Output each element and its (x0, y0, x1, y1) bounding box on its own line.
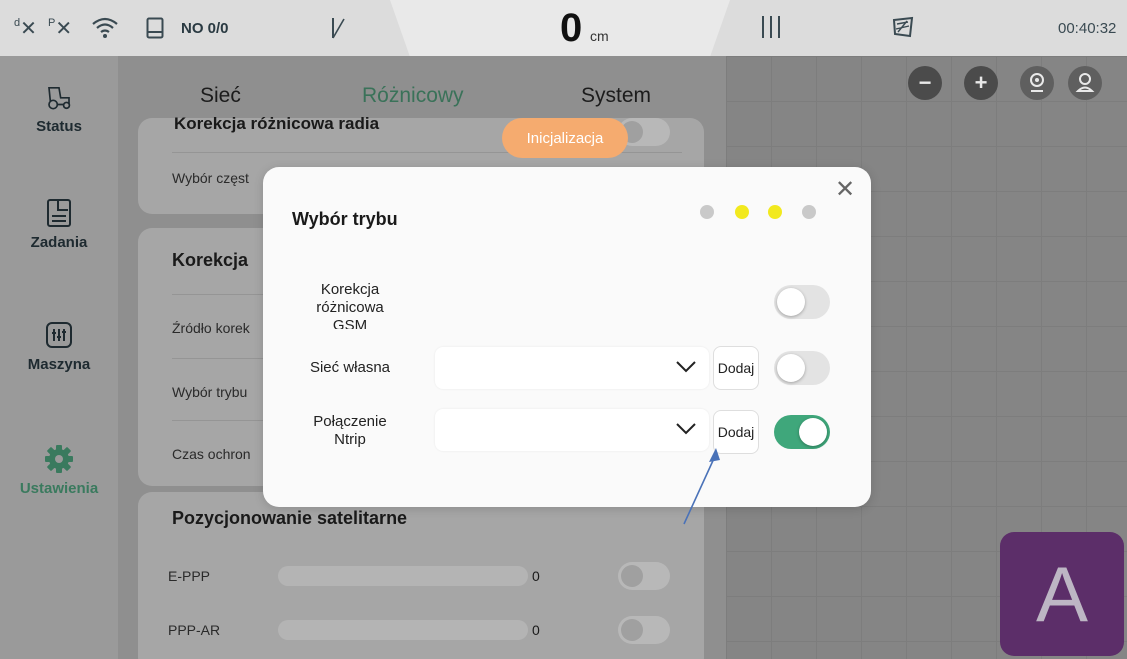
add-ntrip-label: Dodaj (717, 424, 755, 440)
person-pin-icon (1075, 73, 1095, 92)
satellite-count: NO 0/0 (181, 19, 229, 37)
zoom-out-button[interactable]: − (908, 66, 942, 100)
dialog-title: Wybór trybu (292, 209, 398, 229)
row-mode-label: Wybór trybu (172, 384, 248, 400)
tab-system[interactable]: System (581, 84, 651, 108)
no-signal-icon: ✕ (55, 17, 73, 40)
ppp-ar-progress (278, 620, 528, 640)
step-dot (768, 205, 782, 219)
gear-icon (44, 444, 74, 474)
a-point-button[interactable]: A (1000, 532, 1124, 656)
lightbar-icon (758, 14, 784, 45)
sidebar-item-label: Maszyna (27, 356, 91, 373)
initialization-button[interactable]: Inicjalizacja (502, 118, 628, 158)
e-ppp-value: 0 (532, 568, 540, 584)
plus-icon: + (974, 70, 988, 95)
ntrip-toggle[interactable] (774, 415, 830, 449)
card-title-correction: Korekcja (172, 250, 249, 270)
gsm-correction-label: Korekcja różnicowa GSM (316, 281, 384, 329)
locate-button[interactable] (1020, 66, 1054, 100)
step-dot (802, 205, 816, 219)
machine-settings-icon (44, 320, 74, 350)
ppp-ar-toggle[interactable] (618, 616, 670, 644)
sidebar-item-label: Status (36, 118, 82, 135)
close-icon[interactable]: ✕ (835, 178, 855, 202)
toggle-knob (777, 288, 805, 316)
satellite-positioning-card: Pozycjonowanie satelitarne E-PPP 0 PPP-A… (138, 492, 704, 659)
tractor-icon (44, 82, 74, 112)
sidebar-item-ustawienia[interactable]: Ustawienia (0, 444, 118, 497)
sidebar-item-maszyna[interactable]: Maszyna (0, 320, 118, 373)
clock: 00:40:32 (1058, 20, 1117, 37)
e-ppp-label: E-PPP (168, 568, 211, 584)
e-ppp-toggle[interactable] (618, 562, 670, 590)
sidebar: Status Zadania Maszyna Ustawienia (0, 56, 118, 659)
offset-value: 0 (560, 6, 583, 50)
differential-no-signal-indicator: d ✕ (14, 0, 37, 56)
own-network-toggle[interactable] (774, 351, 830, 385)
a-point-label: A (1035, 549, 1089, 638)
toggle-knob (777, 354, 805, 382)
field-map-icon[interactable] (892, 16, 914, 43)
tab-roznicowy[interactable]: Różnicowy (362, 84, 464, 108)
wifi-icon (92, 0, 118, 56)
user-location-button[interactable] (1068, 66, 1102, 100)
card-title-radio: Korekcja różnicowa radia (174, 114, 380, 133)
ppp-ar-value: 0 (532, 622, 540, 638)
add-own-network-label: Dodaj (717, 360, 755, 376)
sidebar-item-label: Zadania (30, 234, 88, 251)
add-own-network-button[interactable]: Dodaj (713, 346, 759, 390)
row-source-label: Źródło korek (172, 320, 250, 336)
sidebar-item-label: Ustawienia (19, 480, 99, 497)
tab-siec[interactable]: Sieć (200, 84, 241, 108)
card-title-satellite: Pozycjonowanie satelitarne (172, 508, 408, 528)
heading-icon (330, 0, 346, 56)
device-icon (146, 0, 164, 56)
step-dot (735, 205, 749, 219)
sidebar-item-status[interactable]: Status (0, 82, 118, 135)
step-dot (700, 205, 714, 219)
chevron-down-icon (676, 361, 696, 373)
no-signal-icon: ✕ (20, 17, 37, 40)
ntrip-connection-select[interactable] (435, 409, 709, 451)
ppp-ar-label: PPP-AR (168, 622, 221, 638)
tasks-icon (44, 198, 74, 228)
sidebar-item-zadania[interactable]: Zadania (0, 198, 118, 251)
settings-tabs: Sieć Różnicowy System (118, 84, 726, 114)
own-network-select[interactable] (435, 347, 709, 389)
position-no-signal-indicator: P ✕ (48, 0, 72, 56)
gsm-correction-toggle[interactable] (774, 285, 830, 319)
mode-selection-dialog: Wybór trybu ✕ Korekcja różnicowa GSM Sie… (263, 167, 871, 507)
chevron-down-icon (676, 423, 696, 435)
initialization-label: Inicjalizacja (526, 129, 604, 147)
add-ntrip-button[interactable]: Dodaj (713, 410, 759, 454)
ntrip-connection-label: Połączenie Ntrip (313, 413, 387, 448)
location-pin-icon (1030, 73, 1044, 92)
toggle-knob (799, 418, 827, 446)
p-label: P (48, 17, 56, 29)
minus-icon: − (918, 70, 932, 95)
row-guard-time-label: Czas ochron (172, 446, 251, 462)
own-network-label: Sieć własna (309, 359, 391, 376)
row-frequency-label: Wybór częst (172, 170, 249, 186)
zoom-in-button[interactable]: + (964, 66, 998, 100)
offset-unit: cm (590, 28, 609, 44)
e-ppp-progress (278, 566, 528, 586)
